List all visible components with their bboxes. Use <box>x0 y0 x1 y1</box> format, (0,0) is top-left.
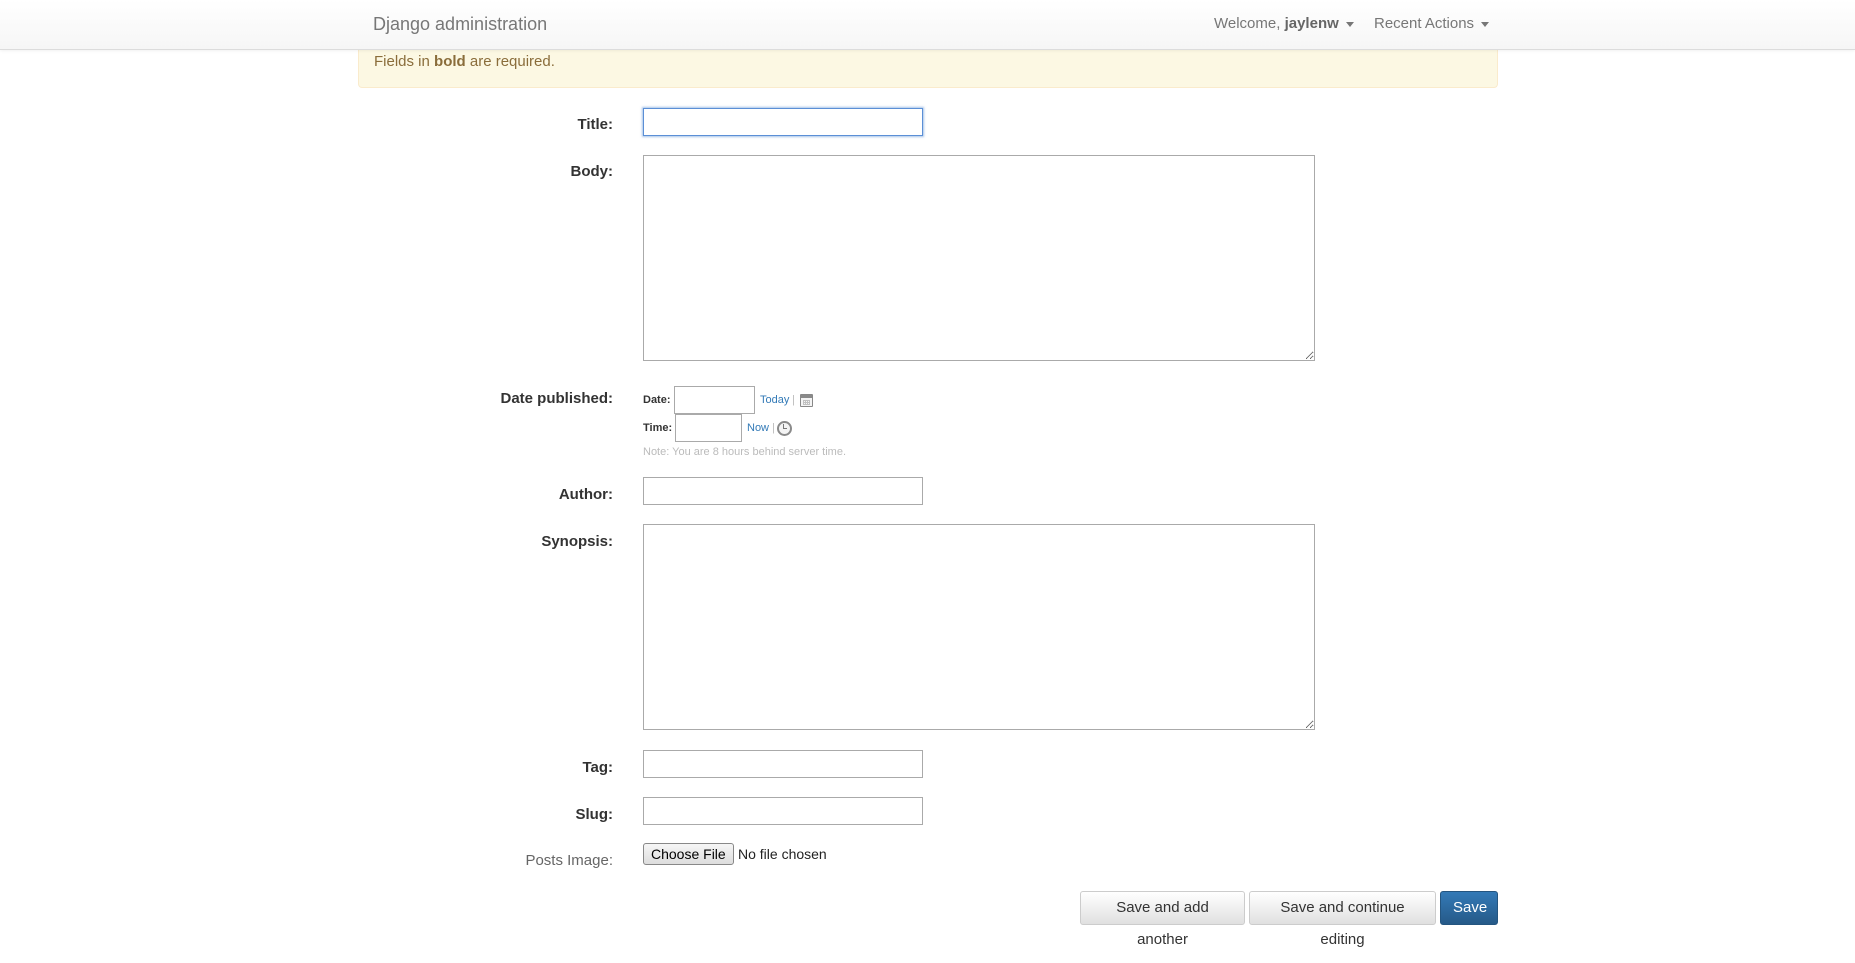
body-label: Body: <box>570 163 614 180</box>
title-input[interactable] <box>643 108 923 136</box>
slug-label: Slug: <box>575 806 614 823</box>
save-button[interactable]: Save <box>1440 891 1498 925</box>
author-input[interactable] <box>643 477 923 505</box>
time-label: Time: <box>643 422 673 434</box>
today-link[interactable]: Today <box>760 394 789 406</box>
username: jaylenw <box>1284 15 1339 32</box>
timezone-note: Note: You are 8 hours behind server time… <box>643 446 847 458</box>
caret-down-icon <box>1345 21 1354 27</box>
posts-image-label: Posts Image: <box>525 852 613 869</box>
synopsis-textarea[interactable] <box>643 524 1315 730</box>
alert-text-suffix: are required. <box>465 53 555 70</box>
navbar: Django administration Welcome, jaylenw R… <box>0 0 1855 50</box>
title-label: Title: <box>577 116 613 133</box>
tag-input[interactable] <box>643 750 923 778</box>
alert-bold-word: bold <box>434 53 466 70</box>
date-published-label: Date published: <box>500 390 613 407</box>
synopsis-label: Synopsis: <box>541 533 613 550</box>
time-separator: | <box>772 422 775 434</box>
now-link[interactable]: Now <box>747 422 769 434</box>
slug-input[interactable] <box>643 797 923 825</box>
caret-down-icon <box>1481 21 1490 27</box>
save-and-continue-button[interactable]: Save and continue editing <box>1249 891 1436 948</box>
body-textarea[interactable] <box>643 155 1315 361</box>
site-brand-link[interactable]: Django administration <box>373 14 547 35</box>
tag-label: Tag: <box>582 759 613 776</box>
time-input[interactable] <box>675 414 742 442</box>
date-label: Date: <box>643 394 671 406</box>
clock-icon[interactable] <box>777 421 792 436</box>
welcome-text: Welcome, <box>1214 15 1285 32</box>
save-and-add-another-button[interactable]: Save and add another <box>1080 891 1245 948</box>
calendar-icon[interactable] <box>800 394 813 407</box>
author-label: Author: <box>558 486 613 503</box>
recent-actions-label: Recent Actions <box>1374 15 1475 32</box>
date-input[interactable] <box>674 386 755 414</box>
file-status-text: No file chosen <box>738 846 827 862</box>
date-separator: | <box>792 394 795 406</box>
recent-actions-dropdown[interactable]: Recent Actions <box>1374 15 1490 32</box>
alert-text-prefix: Fields in <box>374 53 435 70</box>
choose-file-button[interactable]: Choose File <box>643 843 734 865</box>
user-menu-dropdown[interactable]: Welcome, jaylenw <box>1214 15 1354 32</box>
